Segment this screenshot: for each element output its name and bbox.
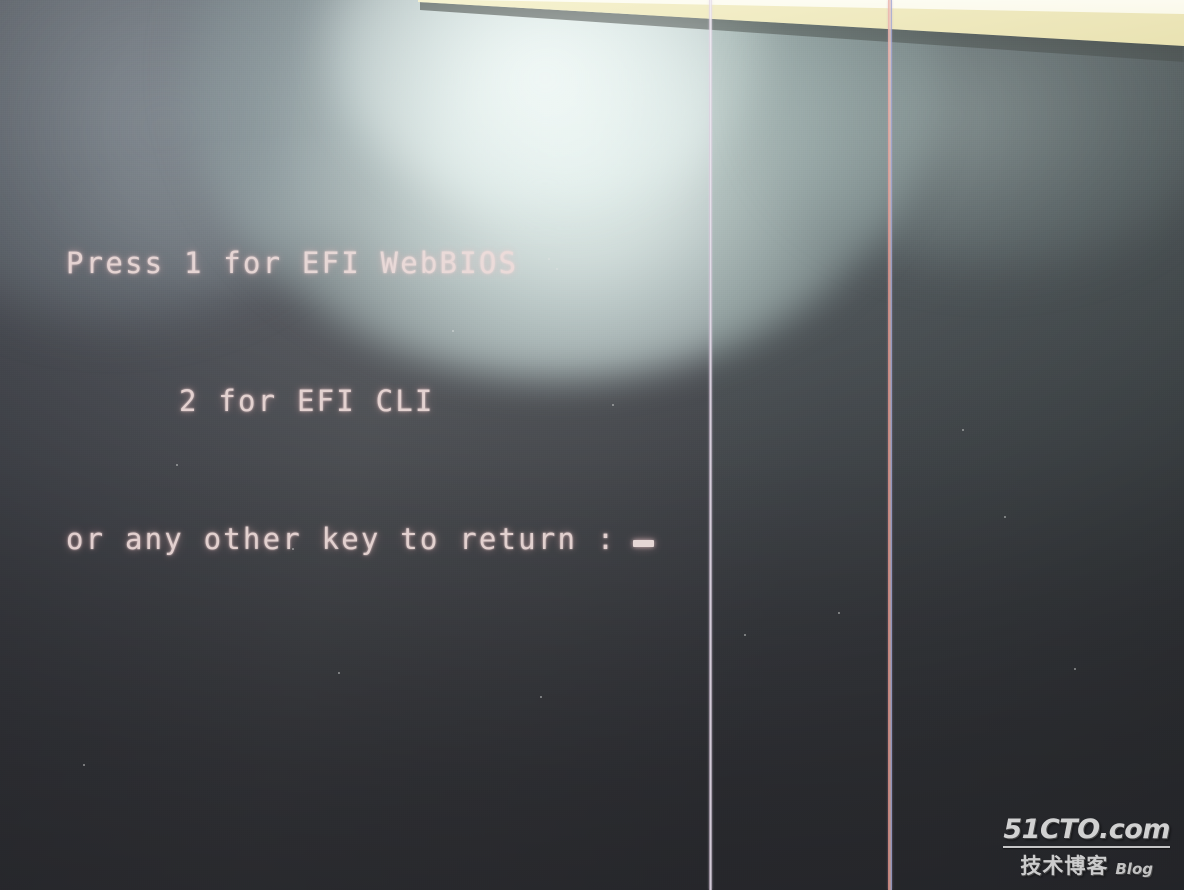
vertical-line-white-fade xyxy=(709,0,712,890)
screenshot-root: Press 1 for EFI WebBIOS 2 for EFI CLI or… xyxy=(0,0,1184,890)
watermark: 51CTO.com 技术博客 Blog xyxy=(1003,816,1170,880)
vertical-line-pink xyxy=(888,0,892,890)
watermark-subline: 技术博客 Blog xyxy=(1003,850,1170,880)
prompt-line-cli-text: 2 for EFI CLI xyxy=(179,384,435,418)
watermark-site: 51CTO.com xyxy=(1003,814,1170,845)
vertical-line-pink-fade xyxy=(888,0,891,890)
prompt-line-cli: 2 for EFI CLI xyxy=(66,378,654,424)
prompt-line-return-text: or any other key to return : xyxy=(66,522,617,556)
watermark-divider xyxy=(1003,846,1170,848)
prompt-line-return: or any other key to return : xyxy=(66,516,655,562)
prompt-line-webbios-text: Press 1 for EFI WebBIOS xyxy=(66,246,519,280)
vertical-line-white xyxy=(709,0,712,890)
efi-boot-prompt: Press 1 for EFI WebBIOS 2 for EFI CLI or… xyxy=(66,148,655,654)
watermark-tagline: 技术博客 xyxy=(1020,854,1109,878)
text-cursor xyxy=(633,540,655,547)
prompt-line-webbios: Press 1 for EFI WebBIOS xyxy=(66,240,654,286)
watermark-blog-label: Blog xyxy=(1115,860,1153,878)
